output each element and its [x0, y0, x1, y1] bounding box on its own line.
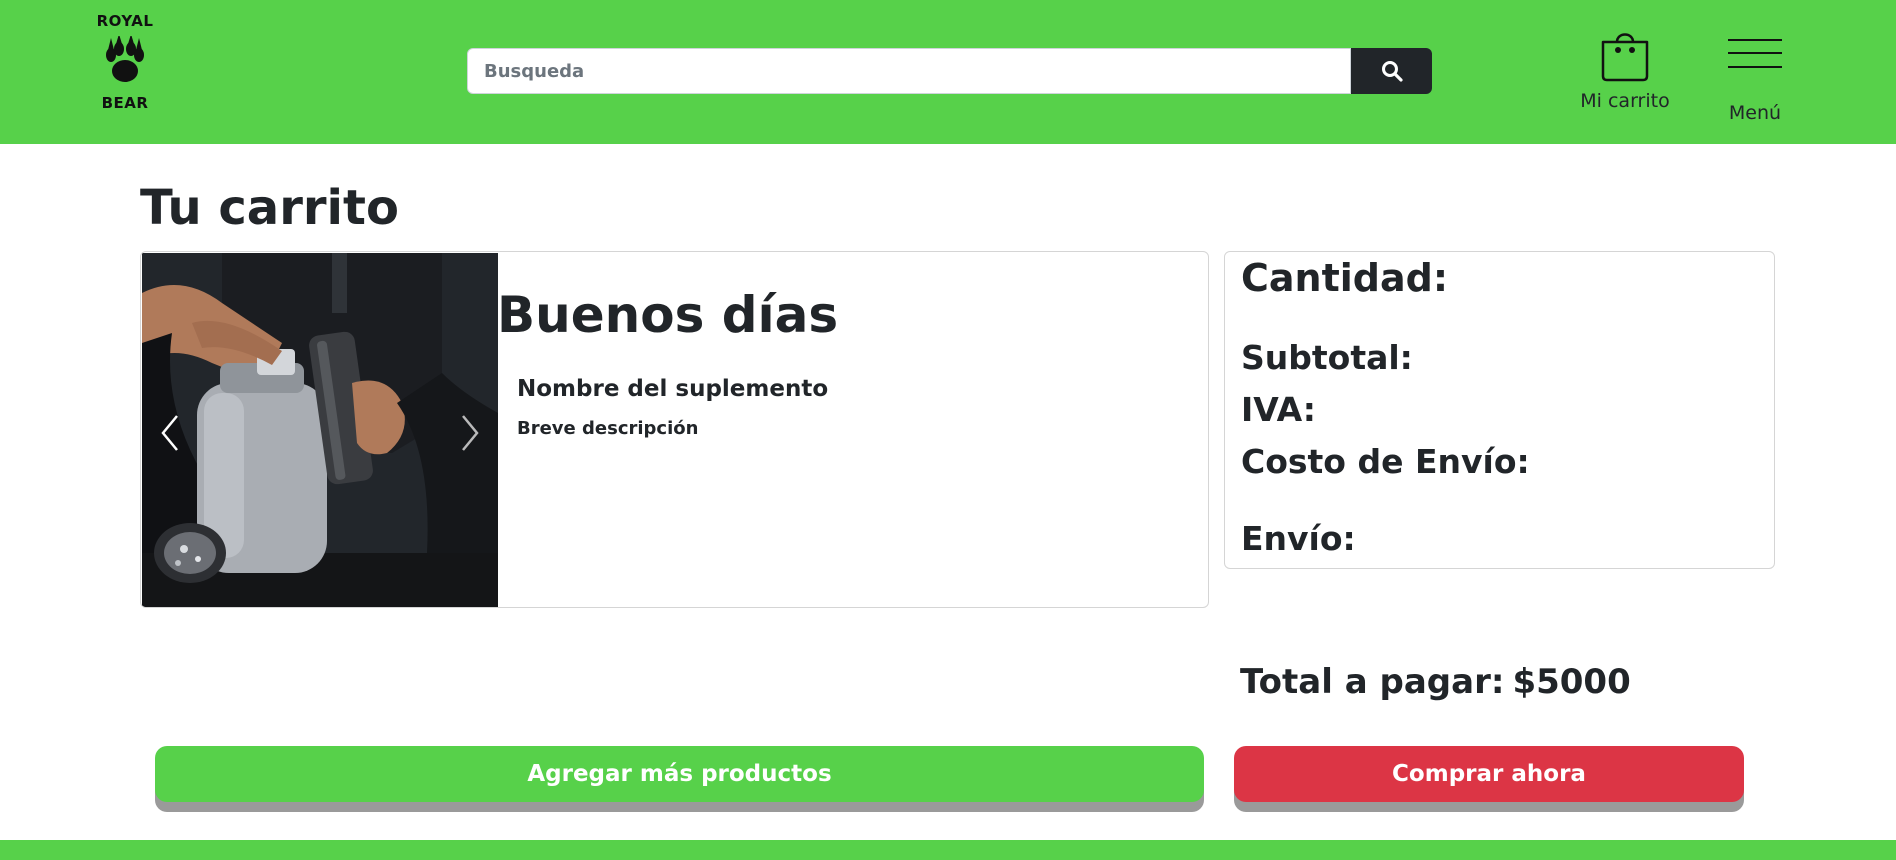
menu-label: Menú: [1728, 102, 1782, 124]
iva-label: IVA:: [1241, 390, 1316, 429]
product-image: [142, 253, 498, 607]
quantity-label: Cantidad:: [1241, 256, 1449, 300]
total-label: Total a pagar:: [1240, 662, 1505, 702]
footer-bar: [0, 840, 1896, 860]
shipping-label: Envío:: [1241, 519, 1356, 558]
logo-text-bottom: BEAR: [101, 94, 149, 112]
product-name: Nombre del suplemento: [517, 376, 829, 402]
product-card: Buenos días Nombre del suplemento Breve …: [140, 251, 1209, 608]
menu-button[interactable]: Menú: [1720, 38, 1790, 124]
buy-now-button[interactable]: Comprar ahora: [1234, 746, 1744, 802]
page-title: Tu carrito: [140, 180, 399, 236]
site-header: ROYAL BEAR Mi carrit: [0, 0, 1896, 144]
chevron-left-icon: [161, 415, 178, 451]
logo-text-top: ROYAL: [96, 12, 154, 30]
search-icon: [1381, 61, 1403, 82]
paw-icon: [106, 36, 144, 82]
total-amount: $5000: [1512, 662, 1631, 702]
order-summary-card: Cantidad: Subtotal: IVA: Costo de Envío:…: [1224, 251, 1775, 569]
product-image-carousel[interactable]: [142, 253, 498, 607]
search-button[interactable]: [1351, 48, 1432, 94]
carousel-prev-button[interactable]: [150, 403, 190, 463]
carousel-next-button[interactable]: [450, 403, 490, 463]
shopping-bag-icon: [1601, 33, 1649, 82]
hamburger-icon: [1728, 39, 1782, 68]
total-to-pay: Total a pagar: $5000: [1240, 662, 1631, 702]
subtotal-label: Subtotal:: [1241, 338, 1413, 377]
logo[interactable]: ROYAL BEAR: [88, 12, 162, 130]
shipping-cost-label: Costo de Envío:: [1241, 442, 1530, 481]
search-input[interactable]: [467, 48, 1351, 94]
product-description: Breve descripción: [517, 418, 699, 439]
cart-button[interactable]: Mi carrito: [1570, 26, 1680, 112]
search-bar: [467, 48, 1432, 94]
add-more-products-button[interactable]: Agregar más productos: [155, 746, 1204, 802]
cart-label: Mi carrito: [1580, 90, 1670, 112]
product-greeting: Buenos días: [497, 286, 839, 344]
chevron-right-icon: [462, 415, 479, 451]
